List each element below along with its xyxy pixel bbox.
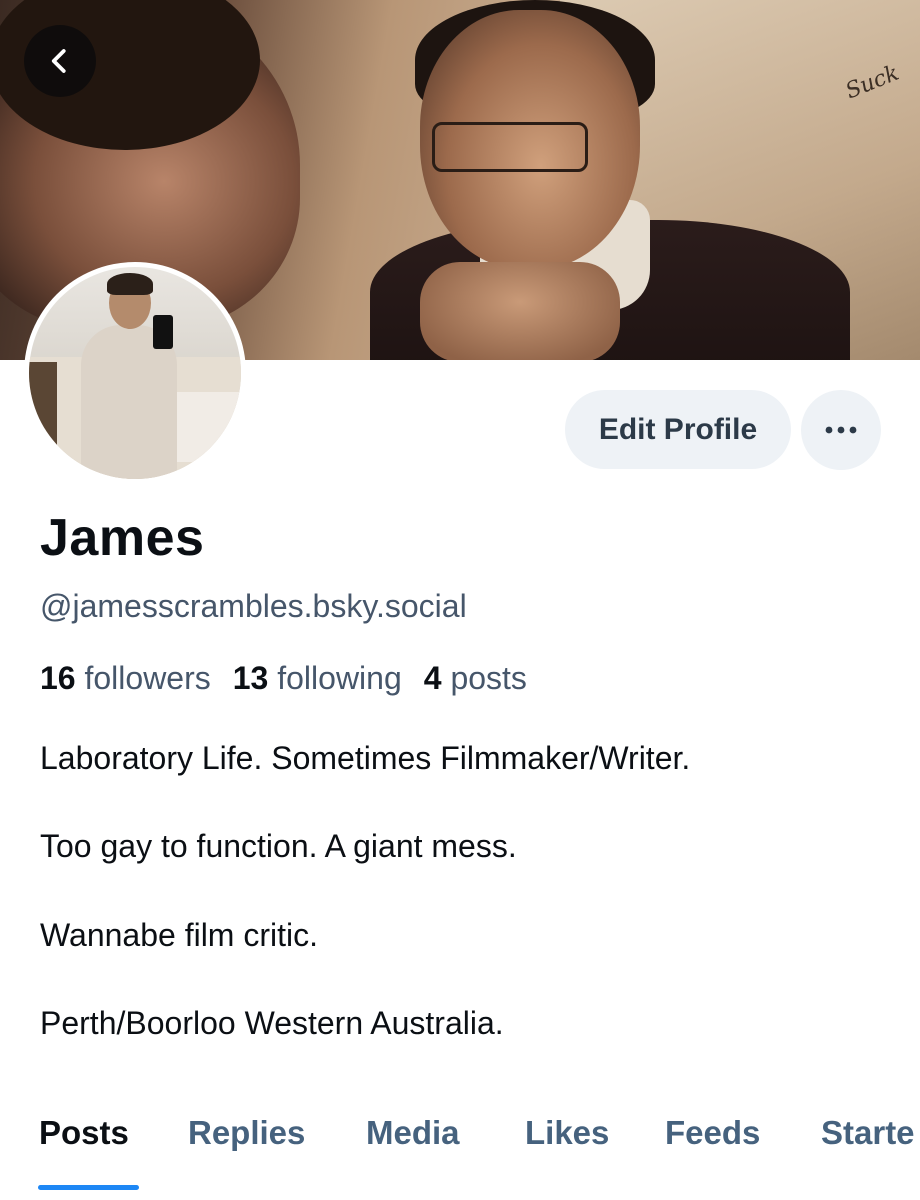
tab-likes[interactable]: Likes bbox=[525, 1114, 609, 1152]
followers-link[interactable]: 16 followers bbox=[40, 660, 211, 696]
tab-replies[interactable]: Replies bbox=[188, 1114, 305, 1152]
profile-handle[interactable]: @jamesscrambles.bsky.social bbox=[40, 588, 467, 625]
avatar[interactable] bbox=[24, 262, 246, 484]
edit-profile-button[interactable]: Edit Profile bbox=[565, 390, 791, 469]
display-name: James bbox=[40, 509, 205, 567]
banner-hands bbox=[420, 262, 620, 360]
tab-starter-packs[interactable]: Starte bbox=[821, 1114, 915, 1152]
bio-line: Too gay to function. A giant mess. bbox=[40, 828, 517, 864]
ellipsis-icon bbox=[825, 426, 857, 434]
chevron-left-icon bbox=[51, 49, 66, 73]
avatar-hair bbox=[107, 273, 153, 295]
tab-media[interactable]: Media bbox=[366, 1114, 460, 1152]
following-label: following bbox=[277, 660, 402, 696]
more-options-button[interactable] bbox=[801, 390, 881, 470]
profile-stats: 16 followers 13 following 4 posts bbox=[40, 660, 527, 697]
posts-count: 4 bbox=[423, 660, 442, 696]
bio-line: Laboratory Life. Sometimes Filmmaker/Wri… bbox=[40, 740, 691, 776]
avatar-phone bbox=[153, 315, 173, 349]
followers-count: 16 bbox=[40, 660, 76, 696]
posts-label: posts bbox=[450, 660, 527, 696]
active-tab-indicator bbox=[38, 1185, 139, 1190]
banner-glasses bbox=[432, 122, 588, 172]
avatar-photo bbox=[29, 267, 241, 479]
bio-line: Perth/Boorloo Western Australia. bbox=[40, 1005, 504, 1041]
tab-feeds[interactable]: Feeds bbox=[665, 1114, 760, 1152]
back-button[interactable] bbox=[24, 25, 96, 97]
profile-tabs: Posts Replies Media Likes Feeds Starte bbox=[0, 1110, 920, 1200]
bio-line: Wannabe film critic. bbox=[40, 917, 318, 953]
avatar-shelf bbox=[29, 362, 57, 462]
followers-label: followers bbox=[84, 660, 211, 696]
posts-stat: 4 posts bbox=[424, 660, 527, 696]
following-link[interactable]: 13 following bbox=[233, 660, 402, 696]
tab-posts[interactable]: Posts bbox=[39, 1114, 129, 1152]
following-count: 13 bbox=[232, 660, 269, 696]
